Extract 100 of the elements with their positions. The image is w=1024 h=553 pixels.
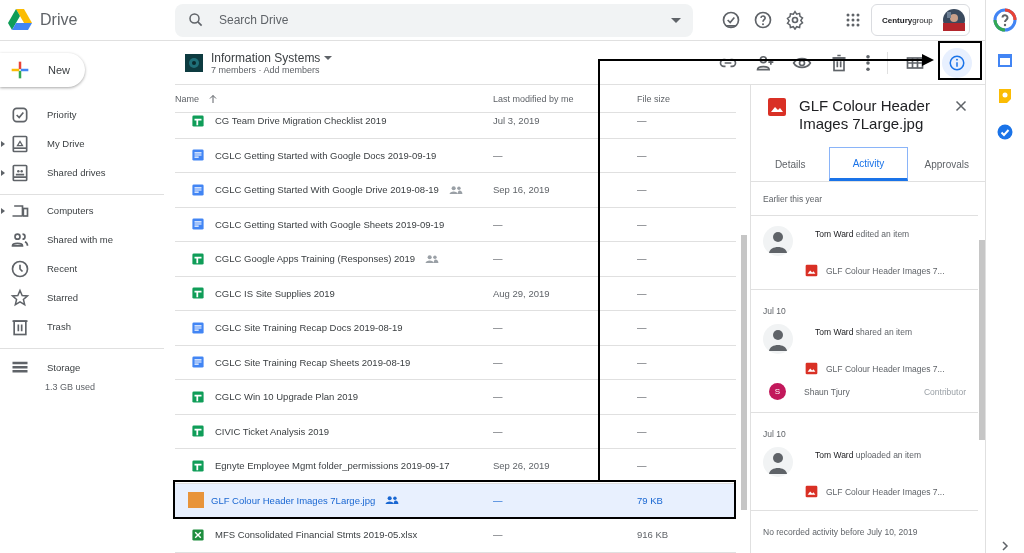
file-row[interactable]: CGLC Getting Started with Google Sheets 2019-09-19 — — <box>175 207 736 242</box>
file-row[interactable]: CGLC Getting Started with Google Docs 2019-09-19 — — <box>175 138 736 173</box>
spreadsheet-icon <box>191 424 205 439</box>
search-field[interactable]: Search Drive <box>217 12 659 28</box>
modified-date: — <box>493 356 503 368</box>
sidebar-item[interactable]: Shared drives <box>0 158 164 187</box>
separator-dot: · <box>258 64 262 75</box>
file-row[interactable]: MFS Consolidated Financial Stmts 2019-05.xlsx — 916 KB <box>175 518 736 553</box>
file-name: CGLC Site Training Recap Docs 2019-08-19 <box>215 322 403 334</box>
file-row[interactable]: CGLC Getting Started With Google Drive 2019-08-19 Sep 16, 2019 — <box>175 173 736 208</box>
file-size: 79 KB <box>637 494 663 506</box>
modified-date: — <box>493 322 503 334</box>
file-row[interactable]: Egnyte Employee Mgmt folder_permissions 2019-09-17 Sep 26, 2019 — <box>175 449 736 484</box>
help-icon <box>753 10 773 30</box>
sidebar-item[interactable]: Starred <box>0 283 164 312</box>
trash-icon <box>829 52 849 73</box>
file-row[interactable]: CIVIC Ticket Analysis 2019 — — <box>175 414 736 449</box>
expand-arrow-icon[interactable] <box>1 169 5 176</box>
file-link[interactable]: GLF Colour Header Images 7... <box>826 486 945 497</box>
file-name: GLF Colour Header Images 7Large.jpg <box>211 494 376 506</box>
spreadsheet-icon <box>191 458 205 473</box>
sidebar-item[interactable]: Shared with me <box>0 225 164 254</box>
file-size: — <box>637 356 647 368</box>
sidebar-item[interactable]: Priority <box>0 100 164 129</box>
sort-arrow-icon <box>207 92 219 105</box>
file-size: — <box>637 115 647 127</box>
file-row[interactable]: CG Team Drive Migration Checklist 2019 Jul 3, 2019 — <box>175 113 736 139</box>
tab[interactable]: Details <box>751 147 830 181</box>
file-name: CGLC IS Site Supplies 2019 <box>215 287 335 299</box>
search-icon <box>187 11 205 29</box>
help-circle-icon[interactable] <box>993 8 1017 32</box>
checkmark-icon[interactable] <box>997 124 1013 140</box>
file-link[interactable]: GLF Colour Header Images 7... <box>826 265 945 276</box>
modified-date: — <box>493 529 503 541</box>
image-icon <box>805 485 818 498</box>
file-name: CGLC Getting Started With Google Drive 2019-08-19 <box>215 184 439 196</box>
file-row[interactable]: CGLC Google Apps Training (Responses) 2019 — — <box>175 242 736 277</box>
sidebar-item[interactable]: Storage <box>0 353 175 382</box>
expand-arrow-icon[interactable] <box>1 207 5 214</box>
scrollbar[interactable] <box>741 235 747 510</box>
modified-date: — <box>493 494 503 506</box>
image-thumbnail <box>188 492 204 509</box>
column-header[interactable]: Last modified by me <box>493 93 574 104</box>
new-button[interactable]: New <box>0 53 85 87</box>
plus-icon <box>10 60 30 80</box>
column-header[interactable]: Name <box>175 93 199 104</box>
modified-date: — <box>493 149 503 161</box>
avatar <box>763 324 793 354</box>
file-row[interactable]: CGLC Win 10 Upgrade Plan 2019 — — <box>175 380 736 415</box>
scrollbar[interactable] <box>979 240 985 440</box>
info-button[interactable] <box>942 47 972 78</box>
file-row[interactable]: CGLC Site Training Recap Sheets 2019-08-19 — — <box>175 345 736 380</box>
chevron-right-icon[interactable] <box>1000 541 1010 551</box>
spreadsheet-icon <box>191 286 205 301</box>
calendar-icon[interactable] <box>997 52 1013 68</box>
more-icon[interactable] <box>866 54 870 71</box>
document-icon <box>191 148 205 163</box>
file-size: — <box>637 460 647 472</box>
panel-title: GLF Colour Header Images 7Large.jpg <box>799 97 931 133</box>
expand-arrow-icon[interactable] <box>1 140 5 147</box>
file-link[interactable]: GLF Colour Header Images 7... <box>826 363 945 374</box>
drive-folder-icon <box>10 133 30 154</box>
tab[interactable]: Activity <box>829 147 908 181</box>
dropdown-icon[interactable] <box>671 17 681 23</box>
sidebar-item[interactable]: Computers <box>0 196 164 225</box>
modified-date: Aug 29, 2019 <box>493 287 550 299</box>
image-icon <box>767 97 787 117</box>
sidebar-item[interactable]: My Drive <box>0 129 164 158</box>
spreadsheet-icon <box>191 251 205 266</box>
file-name: CG Team Drive Migration Checklist 2019 <box>215 115 387 127</box>
activity-text: Tom Ward edited an item <box>815 229 910 239</box>
account-switcher[interactable]: Centurygroup <box>871 4 970 36</box>
activity-footer: No recorded activity before July 10, 2019 <box>751 511 986 553</box>
search-bar[interactable]: Search Drive <box>175 3 693 37</box>
file-name: CGLC Google Apps Training (Responses) 2019 <box>215 253 416 265</box>
file-size: — <box>637 184 647 196</box>
modified-date: Jul 3, 2019 <box>493 115 540 127</box>
spreadsheet-icon <box>191 389 205 404</box>
sidebar-item[interactable]: Trash <box>0 312 164 341</box>
document-icon <box>191 355 205 370</box>
add-members-link[interactable]: Add members <box>263 64 320 75</box>
file-row[interactable]: CGLC IS Site Supplies 2019 Aug 29, 2019 — <box>175 276 736 311</box>
modified-date: — <box>493 391 503 403</box>
file-size: — <box>637 425 647 437</box>
member-count: 7 members <box>211 64 256 75</box>
modified-date: Sep 26, 2019 <box>493 460 550 472</box>
column-header[interactable]: File size <box>637 93 670 104</box>
file-row[interactable]: CGLC Site Training Recap Docs 2019-08-19 — — <box>175 311 736 346</box>
tab[interactable]: Approvals <box>907 147 986 181</box>
star-icon <box>10 287 30 308</box>
file-size: — <box>637 391 647 403</box>
drive-name[interactable]: Information Systems <box>211 50 321 65</box>
file-size: — <box>637 149 647 161</box>
file-name: CGLC Win 10 Upgrade Plan 2019 <box>215 391 359 403</box>
user-avatar: S <box>769 383 786 400</box>
sidebar-item[interactable]: Recent <box>0 254 164 283</box>
document-icon <box>191 217 205 232</box>
clock-icon <box>10 258 30 279</box>
dropdown-icon[interactable] <box>324 55 333 60</box>
drive-logo <box>8 9 32 31</box>
